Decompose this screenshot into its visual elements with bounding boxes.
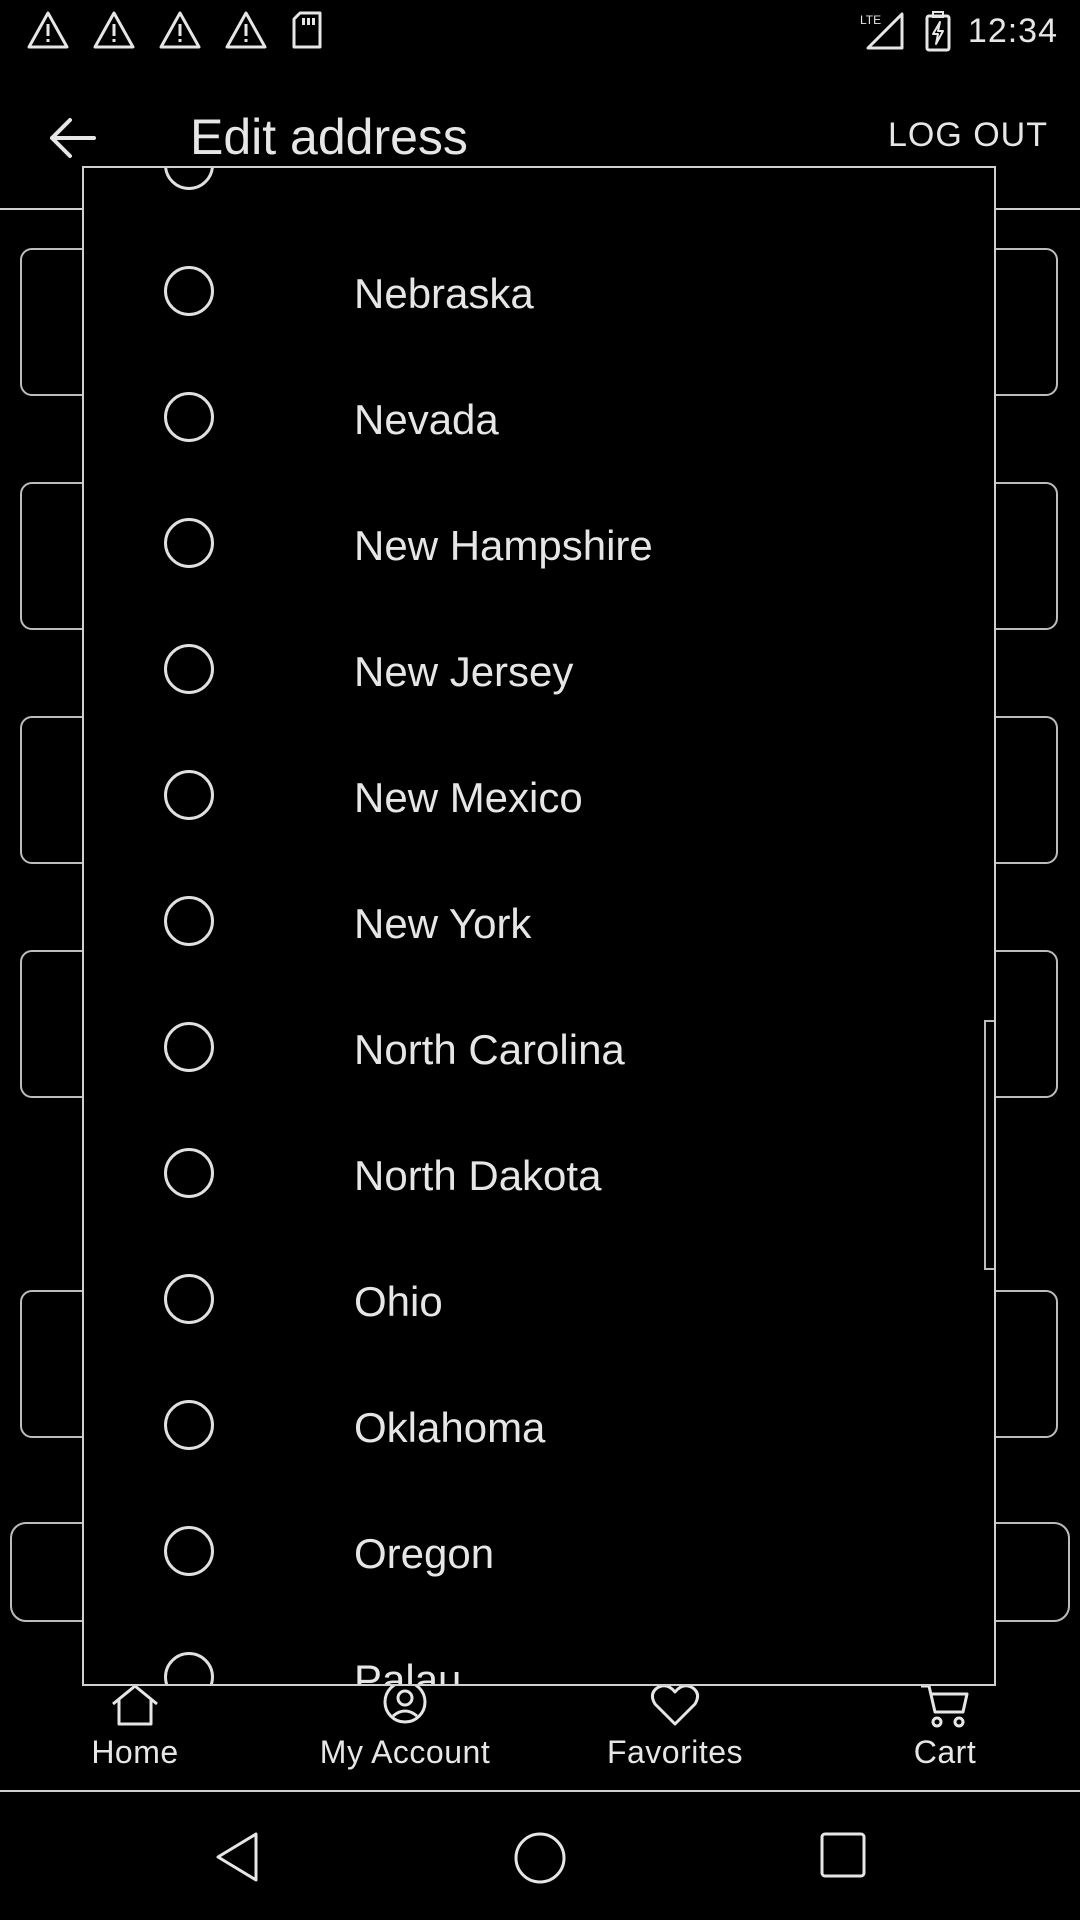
radio-button[interactable] — [164, 1022, 214, 1072]
home-icon — [112, 1684, 158, 1726]
state-option[interactable]: Nevada — [84, 356, 994, 482]
state-option-label: Oregon — [354, 1530, 495, 1577]
state-option-label: New Hampshire — [354, 522, 653, 569]
state-option[interactable]: New Jersey — [84, 608, 994, 734]
logout-button[interactable]: LOG OUT — [888, 116, 1048, 155]
heart-icon — [650, 1684, 700, 1726]
bottom-nav: Home My Account Favorites Cart — [0, 1668, 1080, 1792]
state-option-label: New Mexico — [354, 774, 583, 821]
radio-button[interactable] — [164, 1526, 214, 1576]
state-option[interactable]: Ohio — [84, 1238, 994, 1364]
status-bar: LTE 12:34 — [0, 0, 1080, 64]
state-option-label: Nebraska — [354, 270, 534, 317]
warning-icon — [225, 11, 267, 49]
radio-button[interactable] — [164, 1148, 214, 1198]
state-option[interactable]: New York — [84, 860, 994, 986]
system-back-icon[interactable] — [212, 1830, 262, 1884]
radio-button[interactable] — [164, 1400, 214, 1450]
state-option-label: New Jersey — [354, 648, 574, 695]
state-option-list[interactable]: Nebraska Nevada New Hampshire New Jersey… — [84, 168, 994, 1686]
state-option[interactable]: New Mexico — [84, 734, 994, 860]
radio-button[interactable] — [164, 1652, 214, 1684]
radio-button[interactable] — [164, 896, 214, 946]
state-option[interactable]: North Dakota — [84, 1112, 994, 1238]
system-recents-icon[interactable] — [818, 1830, 868, 1880]
page-title: Edit address — [190, 109, 468, 165]
battery-charging-icon — [925, 11, 951, 52]
system-nav-bar — [0, 1794, 1080, 1920]
state-option[interactable]: Oklahoma — [84, 1364, 994, 1490]
warning-icon — [159, 11, 201, 49]
state-option-label: Oklahoma — [354, 1404, 546, 1451]
svg-text:LTE: LTE — [860, 13, 881, 27]
state-option[interactable]: Nebraska — [84, 230, 994, 356]
state-option[interactable]: Oregon — [84, 1490, 994, 1616]
state-option-label: Palau — [354, 1656, 462, 1686]
nav-my-account[interactable]: My Account — [270, 1668, 540, 1792]
state-option[interactable]: North Carolina — [84, 986, 994, 1112]
radio-button[interactable] — [164, 266, 214, 316]
radio-button[interactable] — [164, 168, 214, 190]
nav-favorites-label: Favorites — [606, 1734, 744, 1770]
state-picker-dialog: Nebraska Nevada New Hampshire New Jersey… — [82, 166, 996, 1686]
warning-icon — [93, 11, 135, 49]
state-option-label: North Dakota — [354, 1152, 602, 1199]
radio-button[interactable] — [164, 770, 214, 820]
dialog-scrollbar[interactable] — [984, 1020, 994, 1270]
system-home-icon[interactable] — [512, 1830, 568, 1886]
nav-cart-label: Cart — [913, 1734, 977, 1770]
state-option[interactable]: New Hampshire — [84, 482, 994, 608]
back-arrow-icon[interactable] — [44, 110, 100, 166]
nav-my-account-label: My Account — [319, 1734, 491, 1770]
nav-home-label: Home — [91, 1734, 179, 1770]
radio-button[interactable] — [164, 518, 214, 568]
state-option-label: Nevada — [354, 396, 499, 443]
state-option[interactable] — [84, 168, 994, 230]
radio-button[interactable] — [164, 644, 214, 694]
radio-button[interactable] — [164, 1274, 214, 1324]
warning-icon — [27, 11, 69, 49]
radio-button[interactable] — [164, 392, 214, 442]
sd-card-icon — [292, 11, 322, 49]
clock: 12:34 — [967, 11, 1058, 50]
nav-favorites[interactable]: Favorites — [540, 1668, 810, 1792]
state-option-label: North Carolina — [354, 1026, 625, 1073]
account-icon — [383, 1680, 427, 1724]
lte-signal-icon: LTE — [860, 12, 904, 50]
state-option-label: Ohio — [354, 1278, 443, 1325]
status-notifications — [26, 10, 324, 50]
cart-icon — [921, 1684, 969, 1728]
nav-cart[interactable]: Cart — [810, 1668, 1080, 1792]
status-system: LTE 12:34 — [858, 10, 1058, 52]
state-option[interactable]: Palau — [84, 1616, 994, 1686]
nav-home[interactable]: Home — [0, 1668, 270, 1792]
state-option-label: New York — [354, 900, 532, 947]
